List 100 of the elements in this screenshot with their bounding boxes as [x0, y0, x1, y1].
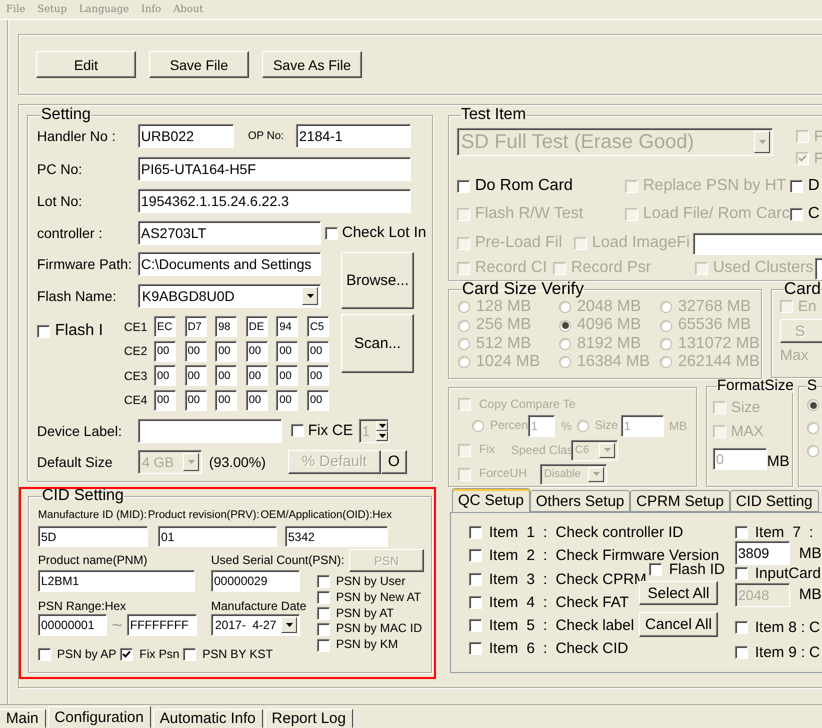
- qc-item-checkbox[interactable]: Item 6 : Check CID: [469, 640, 628, 658]
- field-label: OP No:: [248, 130, 285, 142]
- input-card-checkbox[interactable]: InputCard: [735, 565, 822, 582]
- ce-label: CE4: [124, 393, 148, 407]
- unit-label: %: [561, 418, 572, 433]
- psn-source-checkbox[interactable]: PSN by MAC ID: [317, 622, 424, 636]
- tab[interactable]: Others Setup: [530, 490, 630, 512]
- flash-id-byte-field[interactable]: 00: [306, 340, 329, 362]
- product-name-field[interactable]: L2BM1: [38, 570, 195, 592]
- browse-button[interactable]: Browse...: [341, 252, 414, 309]
- range-separator: ~: [110, 614, 124, 636]
- pc-no-field[interactable]: PI65-UTA164-H5F: [138, 157, 411, 181]
- flash-id-byte-field[interactable]: 00: [184, 390, 207, 410]
- cancel-all-button[interactable]: Cancel All: [639, 612, 718, 638]
- test-option-field[interactable]: [693, 232, 822, 254]
- check-icon: [798, 154, 807, 164]
- qc-item-checkbox[interactable]: Item 8 : C: [735, 618, 822, 636]
- test-option-checkbox[interactable]: C: [790, 205, 822, 224]
- tab[interactable]: Report Log: [264, 709, 353, 728]
- lot-no-field[interactable]: 1954362.1.15.24.6.22.3: [138, 189, 411, 213]
- flash-id-byte-field[interactable]: EC: [154, 316, 176, 337]
- psn-source-checkbox[interactable]: PSN by KM: [317, 638, 424, 652]
- flash-id-checkbox[interactable]: Flash I: [37, 322, 124, 340]
- flash-name-dropdown[interactable]: K9ABGD8U0D: [138, 284, 321, 308]
- flash-id-byte-field[interactable]: 00: [246, 390, 268, 410]
- psn-option-checkbox[interactable]: Fix Psn: [120, 648, 180, 662]
- psn-to-field[interactable]: FFFFFFFF: [127, 614, 197, 636]
- group-title: S: [807, 379, 818, 393]
- flash-id-byte-field[interactable]: 00: [246, 365, 268, 386]
- qc-item-checkbox[interactable]: Item 1 : Check controller ID: [469, 524, 684, 542]
- group-title: Setting: [41, 108, 91, 122]
- flash-id-byte-field[interactable]: 00: [215, 365, 238, 386]
- flash-id-byte-field[interactable]: DE: [246, 316, 268, 337]
- tab[interactable]: CPRM Setup: [630, 490, 730, 512]
- controller-field[interactable]: AS2703LT: [138, 221, 321, 245]
- serial-count-field[interactable]: 00000029: [211, 570, 300, 592]
- flash-id-byte-field[interactable]: 00: [276, 365, 298, 386]
- tab[interactable]: Configuration: [48, 706, 151, 728]
- cid-field[interactable]: 01: [158, 526, 277, 547]
- field-label: PSN Range:Hex: [38, 599, 128, 613]
- field-label: Manufacture ID (MID):: [38, 509, 147, 521]
- cid-field[interactable]: 5D: [38, 526, 148, 547]
- flash-id-byte-field[interactable]: 98: [215, 316, 238, 337]
- psn-from-field[interactable]: 00000001: [38, 614, 107, 636]
- ce-label: CE1: [124, 320, 148, 334]
- select-all-button[interactable]: Select All: [639, 581, 718, 606]
- field-label: Lot No:: [37, 193, 84, 209]
- flash-id-byte-field[interactable]: 00: [154, 340, 176, 362]
- flash-id-byte-field[interactable]: 00: [215, 390, 238, 410]
- flash-id-byte-field[interactable]: 00: [154, 390, 176, 410]
- flash-id-byte-field[interactable]: 00: [276, 340, 298, 362]
- psn-source-checkbox[interactable]: PSN by New AT: [317, 590, 424, 605]
- device-label-field[interactable]: [138, 418, 282, 442]
- field-label: Device Label:: [37, 422, 123, 438]
- tab[interactable]: QC Setup: [452, 488, 530, 512]
- qc-item-checkbox[interactable]: Item 5 : Check label: [469, 617, 634, 634]
- flash-id-byte-field[interactable]: 00: [215, 340, 238, 362]
- flash-id-byte-field[interactable]: 00: [246, 340, 268, 362]
- cid-field[interactable]: 5342: [285, 526, 388, 547]
- fix-ce-checkbox[interactable]: Fix CE: [291, 422, 353, 440]
- scan-button[interactable]: Scan...: [341, 314, 414, 373]
- qc-item-checkbox[interactable]: Item 9 : C: [735, 644, 822, 661]
- flash-id-byte-field[interactable]: D7: [184, 316, 207, 337]
- ce-label: CE2: [124, 344, 148, 358]
- caret-icon: [604, 448, 610, 452]
- o-button[interactable]: O: [380, 450, 407, 474]
- tab[interactable]: Automatic Info: [152, 709, 263, 728]
- toolbar-button[interactable]: Save As File: [262, 51, 362, 78]
- psn-source-checkbox[interactable]: PSN by AT: [317, 606, 424, 620]
- qc-item-checkbox[interactable]: Item 7 :: [735, 524, 822, 542]
- check-lot-in-checkbox[interactable]: Check Lot In: [325, 224, 426, 242]
- tab[interactable]: CID Setting: [730, 490, 819, 512]
- qc-item-checkbox[interactable]: Item 4 : Check FAT: [469, 594, 629, 611]
- flash-id-byte-field[interactable]: 00: [184, 365, 207, 386]
- flash-id-byte-field[interactable]: 00: [276, 390, 298, 410]
- unit-label: MB: [799, 586, 822, 603]
- percent-text: (93.00%): [209, 454, 266, 470]
- size-field[interactable]: 3809: [735, 541, 790, 566]
- manufacture-date-picker[interactable]: 2017- 4-27: [211, 614, 300, 636]
- handler-no-field[interactable]: URB022: [138, 124, 234, 148]
- firmware-path-field[interactable]: C:\Documents and Settings: [138, 252, 321, 276]
- caret-icon: [188, 460, 194, 464]
- psn-source-checkbox[interactable]: PSN by User: [317, 575, 424, 589]
- tab[interactable]: Main: [0, 709, 46, 728]
- flash-id-byte-field[interactable]: 00: [154, 365, 176, 386]
- field-label: Max: [780, 347, 810, 364]
- test-option-checkbox[interactable]: D: [790, 177, 822, 196]
- psn-option-checkbox[interactable]: PSN by AP: [38, 648, 116, 662]
- flash-id-byte-field[interactable]: 00: [184, 340, 207, 362]
- flash-id-byte-field[interactable]: 94: [276, 316, 298, 337]
- unit-label: MB: [669, 418, 688, 433]
- op-no-field[interactable]: 2184-1: [296, 124, 411, 148]
- test-option-checkbox[interactable]: Do Rom Card: [457, 177, 625, 196]
- flash-id-byte-field[interactable]: 00: [306, 390, 329, 410]
- psn-option-checkbox[interactable]: PSN BY KST: [183, 648, 273, 662]
- flash-id-byte-field[interactable]: C5: [306, 316, 329, 337]
- toolbar-button[interactable]: Edit: [36, 51, 136, 78]
- check-icon: [122, 650, 132, 660]
- toolbar-button[interactable]: Save File: [149, 51, 249, 78]
- flash-id-byte-field[interactable]: 00: [306, 365, 329, 386]
